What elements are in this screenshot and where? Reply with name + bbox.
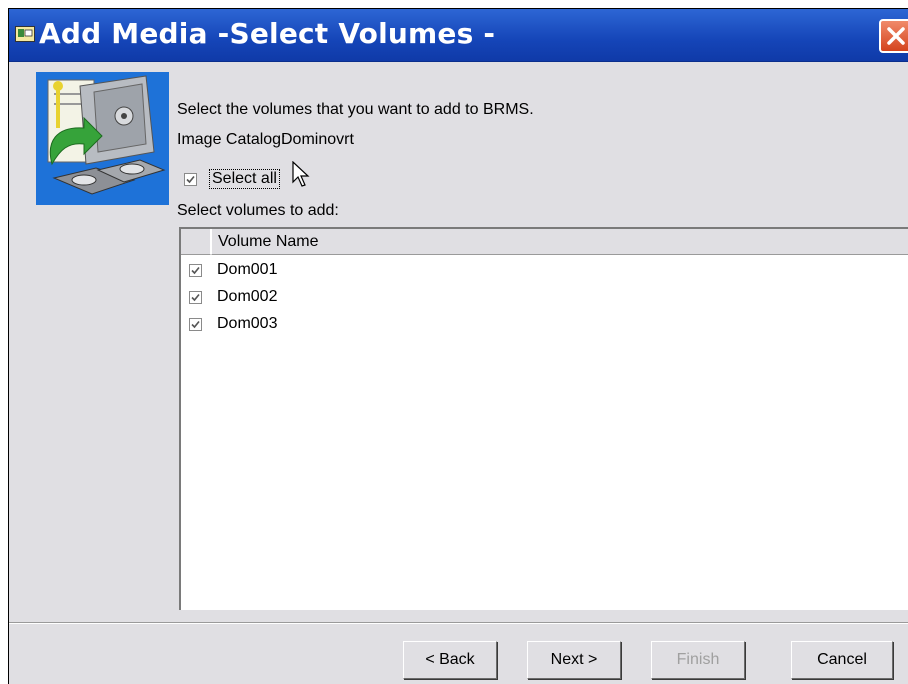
table-row[interactable]: Dom003 bbox=[181, 312, 881, 339]
volumes-label: Select volumes to add: bbox=[177, 202, 339, 219]
row-checkbox[interactable] bbox=[189, 318, 202, 331]
check-icon bbox=[191, 266, 200, 275]
volume-name: Dom003 bbox=[217, 315, 278, 332]
title-bar[interactable]: Add Media -Select Volumes - bbox=[9, 9, 908, 62]
button-bar-divider bbox=[9, 622, 908, 624]
instruction-text: Select the volumes that you want to add … bbox=[177, 101, 534, 118]
cancel-button[interactable]: Cancel bbox=[791, 641, 893, 679]
select-all-checkbox[interactable] bbox=[184, 173, 197, 186]
wizard-side-panel bbox=[9, 62, 169, 622]
next-button[interactable]: Next > bbox=[527, 641, 621, 679]
row-checkbox[interactable] bbox=[189, 264, 202, 277]
column-header-check bbox=[181, 229, 211, 255]
window-title: Add Media -Select Volumes - bbox=[39, 17, 496, 50]
catalog-value: Dominovrt bbox=[281, 131, 354, 148]
check-icon bbox=[191, 320, 200, 329]
close-icon bbox=[887, 27, 905, 45]
select-all-label[interactable]: Select all bbox=[209, 169, 280, 189]
row-checkbox[interactable] bbox=[189, 291, 202, 304]
dialog-window: Add Media -Select Volumes - Select the v… bbox=[8, 8, 908, 684]
finish-button: Finish bbox=[651, 641, 745, 679]
column-header-volume-name[interactable]: Volume Name bbox=[211, 229, 908, 255]
mouse-cursor-icon bbox=[292, 160, 312, 194]
volume-name: Dom001 bbox=[217, 261, 278, 278]
back-button[interactable]: < Back bbox=[403, 641, 497, 679]
media-vault-icon bbox=[36, 72, 169, 205]
app-window-icon bbox=[15, 26, 35, 42]
table-row[interactable]: Dom001 bbox=[181, 258, 881, 285]
close-button[interactable] bbox=[879, 19, 908, 53]
check-icon bbox=[191, 293, 200, 302]
volumes-table: Volume Name Dom001 Dom002 Dom003 bbox=[179, 227, 908, 610]
catalog-label: Image Catalog: bbox=[177, 131, 286, 148]
volume-name: Dom002 bbox=[217, 288, 278, 305]
check-icon bbox=[186, 175, 195, 184]
table-row[interactable]: Dom002 bbox=[181, 285, 881, 312]
